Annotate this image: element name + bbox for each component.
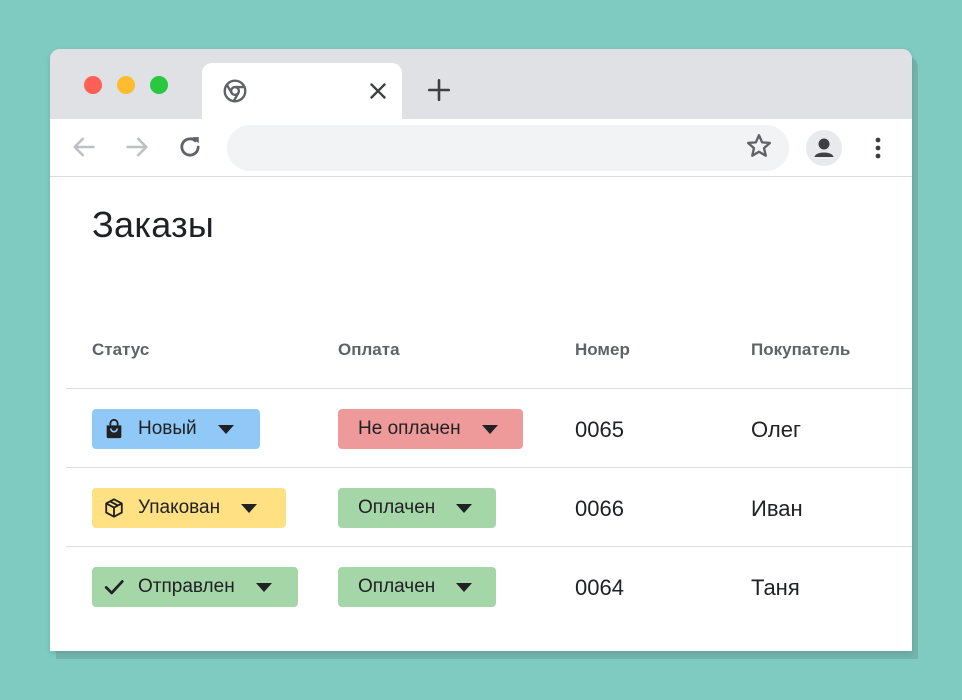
page-title: Заказы bbox=[92, 204, 215, 245]
window-close-button[interactable] bbox=[84, 76, 102, 94]
package-icon bbox=[105, 498, 123, 518]
order-number: 0065 bbox=[575, 417, 624, 442]
shopping-bag-icon bbox=[106, 418, 122, 439]
customer-name: Олег bbox=[751, 417, 801, 442]
browser-window: Заказы Статус Оплата Номер Покупатель Но… bbox=[50, 49, 912, 651]
payment-label: Не оплачен bbox=[358, 418, 461, 439]
chevron-down-icon bbox=[456, 503, 473, 513]
column-header-customer: Покупатель bbox=[751, 340, 851, 359]
chrome-icon bbox=[223, 79, 247, 103]
browser-tab[interactable] bbox=[202, 63, 402, 119]
window-maximize-button[interactable] bbox=[150, 76, 168, 94]
payment-label: Оплачен bbox=[358, 576, 436, 597]
order-number: 0064 bbox=[575, 575, 624, 600]
checkmark-icon bbox=[104, 580, 124, 595]
plus-icon[interactable] bbox=[426, 77, 452, 103]
profile-button[interactable] bbox=[806, 130, 842, 166]
chevron-down-icon bbox=[456, 582, 473, 592]
customer-name: Иван bbox=[751, 496, 803, 521]
browser-toolbar bbox=[50, 119, 912, 177]
payment-dropdown[interactable]: Оплачен bbox=[338, 488, 496, 528]
column-header-status: Статус bbox=[92, 340, 150, 359]
payment-dropdown[interactable]: Не оплачен bbox=[338, 409, 523, 449]
customer-name: Таня bbox=[751, 575, 800, 600]
page-content: Заказы Статус Оплата Номер Покупатель Но… bbox=[50, 178, 912, 651]
window-minimize-button[interactable] bbox=[117, 76, 135, 94]
back-arrow-icon[interactable] bbox=[70, 133, 98, 161]
status-dropdown[interactable]: Отправлен bbox=[92, 567, 298, 607]
status-label: Отправлен bbox=[138, 576, 235, 597]
column-header-payment: Оплата bbox=[338, 340, 400, 359]
order-number: 0066 bbox=[575, 496, 624, 521]
account-icon bbox=[814, 138, 834, 157]
tab-strip bbox=[50, 49, 912, 119]
star-icon[interactable] bbox=[745, 132, 773, 160]
address-bar[interactable] bbox=[227, 125, 789, 171]
forward-arrow-icon[interactable] bbox=[123, 133, 151, 161]
chevron-down-icon bbox=[481, 424, 498, 434]
status-dropdown[interactable]: Новый bbox=[92, 409, 260, 449]
payment-label: Оплачен bbox=[358, 497, 436, 518]
reload-icon[interactable] bbox=[176, 133, 204, 161]
chevron-down-icon bbox=[241, 503, 258, 513]
table-row: Отправлен Оплачен 0064 Таня bbox=[50, 547, 912, 625]
table-row: Новый Не оплачен 0065 Олег bbox=[50, 389, 912, 467]
close-icon[interactable] bbox=[365, 78, 391, 104]
status-label: Упакован bbox=[138, 497, 221, 518]
payment-dropdown[interactable]: Оплачен bbox=[338, 567, 496, 607]
chevron-down-icon bbox=[255, 582, 272, 592]
status-dropdown[interactable]: Упакован bbox=[92, 488, 286, 528]
chevron-down-icon bbox=[217, 424, 234, 434]
table-row: Упакован Оплачен 0066 Иван bbox=[50, 468, 912, 546]
more-vert-icon[interactable] bbox=[864, 133, 892, 163]
status-label: Новый bbox=[138, 418, 197, 439]
column-header-number: Номер bbox=[575, 340, 630, 359]
